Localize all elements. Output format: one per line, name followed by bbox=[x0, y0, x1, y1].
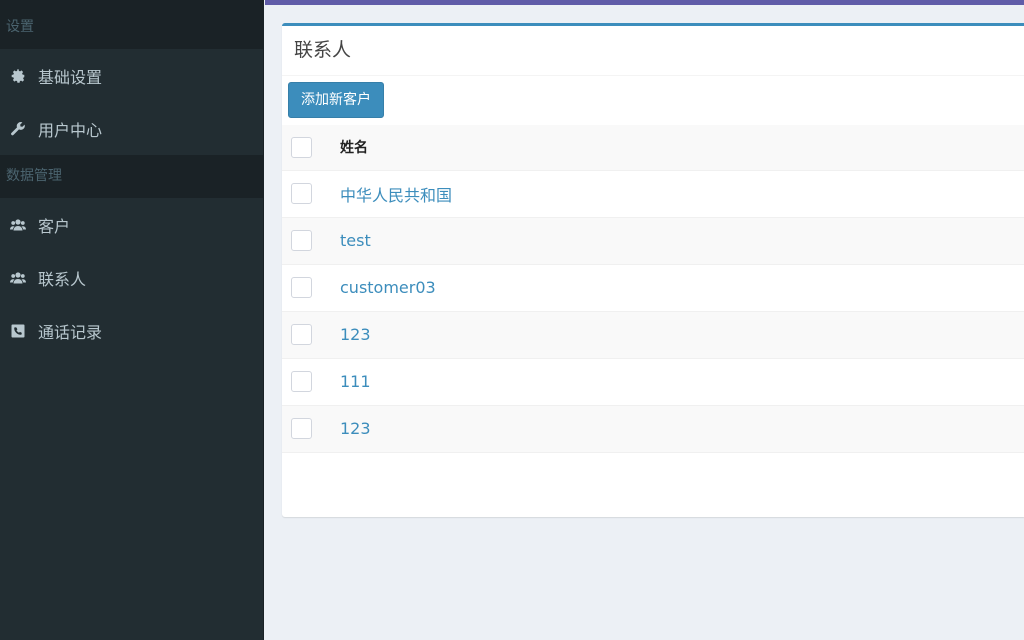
sidebar-item-label: 通话记录 bbox=[38, 322, 103, 342]
row-checkbox[interactable] bbox=[291, 183, 312, 204]
select-all-cell bbox=[282, 125, 334, 171]
users-icon bbox=[9, 269, 27, 287]
sidebar-item-basic-settings[interactable]: 基础设置 bbox=[0, 49, 263, 102]
row-name-cell: 111 bbox=[334, 358, 1024, 406]
contacts-table: 姓名 中华人民共和国 test customer03 123 111 123 bbox=[282, 125, 1024, 453]
sidebar-item-customers[interactable]: 客户 bbox=[0, 198, 263, 251]
sidebar-section-header-settings: 设置 bbox=[0, 6, 263, 49]
row-name-cell: 123 bbox=[334, 311, 1024, 359]
contact-name-link[interactable]: test bbox=[334, 231, 371, 250]
sidebar-item-user-center[interactable]: 用户中心 bbox=[0, 102, 263, 155]
select-all-checkbox[interactable] bbox=[291, 136, 312, 158]
sidebar-item-label: 客户 bbox=[38, 216, 71, 236]
table-row: customer03 bbox=[282, 264, 1024, 312]
sidebar-item-label: 基础设置 bbox=[38, 67, 103, 87]
gear-icon bbox=[9, 67, 27, 85]
row-name-cell: 123 bbox=[334, 405, 1024, 453]
sidebar-item-label: 用户中心 bbox=[38, 120, 103, 140]
column-header-name: 姓名 bbox=[334, 125, 1024, 171]
table-row: 111 bbox=[282, 358, 1024, 406]
row-checkbox-cell bbox=[282, 358, 334, 406]
wrench-icon bbox=[9, 120, 27, 138]
table-row: 123 bbox=[282, 405, 1024, 453]
page-title: 联系人 bbox=[282, 26, 1024, 76]
users-icon bbox=[9, 216, 27, 234]
column-header-label: 姓名 bbox=[340, 140, 368, 157]
row-checkbox-cell bbox=[282, 405, 334, 453]
row-checkbox-cell bbox=[282, 264, 334, 312]
row-checkbox[interactable] bbox=[291, 277, 312, 298]
table-row: 中华人民共和国 bbox=[282, 170, 1024, 218]
row-checkbox[interactable] bbox=[291, 230, 312, 251]
contact-name-link[interactable]: customer03 bbox=[334, 278, 436, 297]
row-name-cell: test bbox=[334, 217, 1024, 265]
contact-name-link[interactable]: 123 bbox=[334, 419, 371, 438]
top-navbar-strip bbox=[265, 0, 1024, 5]
sidebar-section-header-data: 数据管理 bbox=[0, 155, 263, 198]
sidebar-item-contacts[interactable]: 联系人 bbox=[0, 251, 263, 304]
table-row: test bbox=[282, 217, 1024, 265]
table-header-row: 姓名 bbox=[282, 125, 1024, 171]
contacts-panel: 联系人 添加新客户 姓名 中华人民共和国 test customer03 123… bbox=[282, 23, 1024, 517]
row-name-cell: 中华人民共和国 bbox=[334, 170, 1024, 218]
row-checkbox[interactable] bbox=[291, 324, 312, 345]
add-customer-button[interactable]: 添加新客户 bbox=[288, 82, 384, 118]
row-name-cell: customer03 bbox=[334, 264, 1024, 312]
row-checkbox-cell bbox=[282, 217, 334, 265]
row-checkbox-cell bbox=[282, 170, 334, 218]
sidebar: 设置 基础设置 用户中心 数据管理 客户 联系人 通话记录 bbox=[0, 0, 264, 640]
row-checkbox[interactable] bbox=[291, 418, 312, 439]
contact-name-link[interactable]: 中华人民共和国 bbox=[334, 186, 452, 205]
sidebar-item-call-records[interactable]: 通话记录 bbox=[0, 304, 263, 357]
contact-name-link[interactable]: 111 bbox=[334, 372, 371, 391]
sidebar-item-label: 联系人 bbox=[38, 269, 87, 289]
row-checkbox-cell bbox=[282, 311, 334, 359]
contact-name-link[interactable]: 123 bbox=[334, 325, 371, 344]
phone-icon bbox=[9, 322, 27, 340]
panel-toolbar: 添加新客户 bbox=[282, 76, 1024, 125]
table-row: 123 bbox=[282, 311, 1024, 359]
row-checkbox[interactable] bbox=[291, 371, 312, 392]
